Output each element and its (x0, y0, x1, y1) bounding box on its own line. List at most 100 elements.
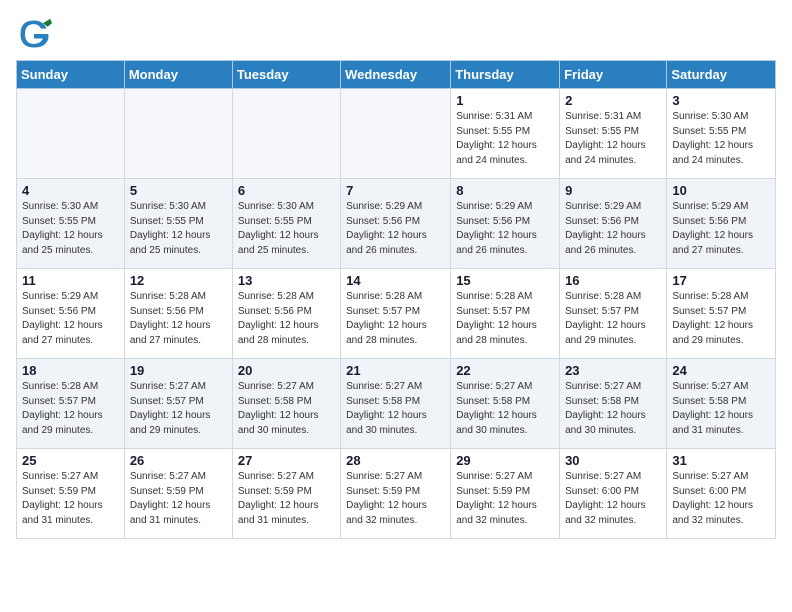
calendar-day-cell: 28 Sunrise: 5:27 AM Sunset: 5:59 PM Dayli… (341, 449, 451, 539)
logo-icon (16, 16, 52, 52)
day-number: 26 (130, 453, 227, 468)
calendar-week-row: 1 Sunrise: 5:31 AM Sunset: 5:55 PM Daylig… (17, 89, 776, 179)
day-info: Sunrise: 5:27 AM Sunset: 5:57 PM Dayligh… (130, 380, 227, 438)
day-info: Sunrise: 5:28 AM Sunset: 5:57 PM Dayligh… (456, 290, 554, 348)
day-number: 15 (456, 273, 554, 288)
day-info: Sunrise: 5:27 AM Sunset: 6:00 PM Dayligh… (565, 470, 661, 528)
calendar-day-cell (341, 89, 451, 179)
day-info: Sunrise: 5:27 AM Sunset: 5:58 PM Dayligh… (456, 380, 554, 438)
day-info: Sunrise: 5:27 AM Sunset: 5:58 PM Dayligh… (672, 380, 770, 438)
day-number: 1 (456, 93, 554, 108)
day-number: 14 (346, 273, 445, 288)
calendar-day-cell: 20 Sunrise: 5:27 AM Sunset: 5:58 PM Dayli… (232, 359, 340, 449)
day-number: 19 (130, 363, 227, 378)
calendar-day-cell: 19 Sunrise: 5:27 AM Sunset: 5:57 PM Dayli… (124, 359, 232, 449)
calendar-day-cell: 3 Sunrise: 5:30 AM Sunset: 5:55 PM Daylig… (667, 89, 776, 179)
day-info: Sunrise: 5:29 AM Sunset: 5:56 PM Dayligh… (22, 290, 119, 348)
calendar-day-cell: 14 Sunrise: 5:28 AM Sunset: 5:57 PM Dayli… (341, 269, 451, 359)
day-number: 22 (456, 363, 554, 378)
day-info: Sunrise: 5:28 AM Sunset: 5:56 PM Dayligh… (130, 290, 227, 348)
calendar-day-cell: 16Sunrise: 5:28 AM Sunset: 5:57 PM Dayli… (560, 269, 667, 359)
calendar-day-cell: 11 Sunrise: 5:29 AM Sunset: 5:56 PM Dayli… (17, 269, 125, 359)
calendar-day-cell: 27 Sunrise: 5:27 AM Sunset: 5:59 PM Dayli… (232, 449, 340, 539)
day-number: 3 (672, 93, 770, 108)
day-info: Sunrise: 5:30 AM Sunset: 5:55 PM Dayligh… (130, 200, 227, 258)
day-info: Sunrise: 5:30 AM Sunset: 5:55 PM Dayligh… (22, 200, 119, 258)
day-info: Sunrise: 5:27 AM Sunset: 5:59 PM Dayligh… (22, 470, 119, 528)
calendar-day-cell: 8 Sunrise: 5:29 AM Sunset: 5:56 PM Daylig… (451, 179, 560, 269)
calendar-week-row: 4 Sunrise: 5:30 AM Sunset: 5:55 PM Daylig… (17, 179, 776, 269)
day-number: 13 (238, 273, 335, 288)
calendar-day-cell: 6 Sunrise: 5:30 AM Sunset: 5:55 PM Daylig… (232, 179, 340, 269)
calendar-day-cell: 15 Sunrise: 5:28 AM Sunset: 5:57 PM Dayli… (451, 269, 560, 359)
day-info: Sunrise: 5:30 AM Sunset: 5:55 PM Dayligh… (672, 110, 770, 168)
day-info: Sunrise: 5:30 AM Sunset: 5:55 PM Dayligh… (238, 200, 335, 258)
weekday-header-tuesday: Tuesday (232, 61, 340, 89)
calendar-day-cell: 31 Sunrise: 5:27 AM Sunset: 6:00 PM Dayli… (667, 449, 776, 539)
calendar-day-cell: 7 Sunrise: 5:29 AM Sunset: 5:56 PM Daylig… (341, 179, 451, 269)
calendar-day-cell: 30 Sunrise: 5:27 AM Sunset: 6:00 PM Dayli… (560, 449, 667, 539)
calendar-day-cell: 12 Sunrise: 5:28 AM Sunset: 5:56 PM Dayli… (124, 269, 232, 359)
day-info: Sunrise: 5:28 AM Sunset: 5:57 PM Dayligh… (672, 290, 770, 348)
day-number: 29 (456, 453, 554, 468)
day-info: Sunrise: 5:27 AM Sunset: 5:58 PM Dayligh… (238, 380, 335, 438)
day-info: Sunrise: 5:31 AM Sunset: 5:55 PM Dayligh… (456, 110, 554, 168)
calendar-day-cell: 17 Sunrise: 5:28 AM Sunset: 5:57 PM Dayli… (667, 269, 776, 359)
calendar-week-row: 25 Sunrise: 5:27 AM Sunset: 5:59 PM Dayli… (17, 449, 776, 539)
calendar-day-cell: 21Sunrise: 5:27 AM Sunset: 5:58 PM Dayli… (341, 359, 451, 449)
day-number: 12 (130, 273, 227, 288)
day-number: 20 (238, 363, 335, 378)
day-number: 25 (22, 453, 119, 468)
weekday-header-thursday: Thursday (451, 61, 560, 89)
day-number: 31 (672, 453, 770, 468)
day-number: 2 (565, 93, 661, 108)
day-number: 27 (238, 453, 335, 468)
calendar-day-cell: 10Sunrise: 5:29 AM Sunset: 5:56 PM Dayli… (667, 179, 776, 269)
day-info: Sunrise: 5:28 AM Sunset: 5:57 PM Dayligh… (22, 380, 119, 438)
day-info: Sunrise: 5:28 AM Sunset: 5:57 PM Dayligh… (346, 290, 445, 348)
day-number: 16 (565, 273, 661, 288)
calendar: SundayMondayTuesdayWednesdayThursdayFrid… (16, 60, 776, 539)
day-number: 23 (565, 363, 661, 378)
day-number: 17 (672, 273, 770, 288)
weekday-header-saturday: Saturday (667, 61, 776, 89)
calendar-day-cell: 23Sunrise: 5:27 AM Sunset: 5:58 PM Dayli… (560, 359, 667, 449)
weekday-header-sunday: Sunday (17, 61, 125, 89)
calendar-day-cell: 2Sunrise: 5:31 AM Sunset: 5:55 PM Daylig… (560, 89, 667, 179)
calendar-day-cell: 25 Sunrise: 5:27 AM Sunset: 5:59 PM Dayli… (17, 449, 125, 539)
calendar-day-cell (232, 89, 340, 179)
day-info: Sunrise: 5:29 AM Sunset: 5:56 PM Dayligh… (346, 200, 445, 258)
calendar-day-cell: 13Sunrise: 5:28 AM Sunset: 5:56 PM Dayli… (232, 269, 340, 359)
day-number: 11 (22, 273, 119, 288)
calendar-day-cell (17, 89, 125, 179)
day-number: 30 (565, 453, 661, 468)
day-number: 5 (130, 183, 227, 198)
day-number: 21 (346, 363, 445, 378)
calendar-day-cell: 22 Sunrise: 5:27 AM Sunset: 5:58 PM Dayli… (451, 359, 560, 449)
day-number: 10 (672, 183, 770, 198)
calendar-week-row: 18 Sunrise: 5:28 AM Sunset: 5:57 PM Dayli… (17, 359, 776, 449)
calendar-day-cell: 26Sunrise: 5:27 AM Sunset: 5:59 PM Dayli… (124, 449, 232, 539)
day-info: Sunrise: 5:27 AM Sunset: 5:59 PM Dayligh… (346, 470, 445, 528)
day-number: 8 (456, 183, 554, 198)
day-number: 4 (22, 183, 119, 198)
day-info: Sunrise: 5:27 AM Sunset: 5:59 PM Dayligh… (238, 470, 335, 528)
day-number: 6 (238, 183, 335, 198)
calendar-day-cell: 5 Sunrise: 5:30 AM Sunset: 5:55 PM Daylig… (124, 179, 232, 269)
calendar-day-cell: 29Sunrise: 5:27 AM Sunset: 5:59 PM Dayli… (451, 449, 560, 539)
weekday-header-friday: Friday (560, 61, 667, 89)
calendar-day-cell (124, 89, 232, 179)
day-number: 7 (346, 183, 445, 198)
day-info: Sunrise: 5:29 AM Sunset: 5:56 PM Dayligh… (565, 200, 661, 258)
calendar-day-cell: 4 Sunrise: 5:30 AM Sunset: 5:55 PM Daylig… (17, 179, 125, 269)
logo (16, 16, 54, 52)
weekday-header-row: SundayMondayTuesdayWednesdayThursdayFrid… (17, 61, 776, 89)
calendar-day-cell: 1 Sunrise: 5:31 AM Sunset: 5:55 PM Daylig… (451, 89, 560, 179)
weekday-header-monday: Monday (124, 61, 232, 89)
day-info: Sunrise: 5:29 AM Sunset: 5:56 PM Dayligh… (456, 200, 554, 258)
day-number: 18 (22, 363, 119, 378)
calendar-day-cell: 24 Sunrise: 5:27 AM Sunset: 5:58 PM Dayli… (667, 359, 776, 449)
day-info: Sunrise: 5:27 AM Sunset: 6:00 PM Dayligh… (672, 470, 770, 528)
day-number: 28 (346, 453, 445, 468)
day-number: 24 (672, 363, 770, 378)
